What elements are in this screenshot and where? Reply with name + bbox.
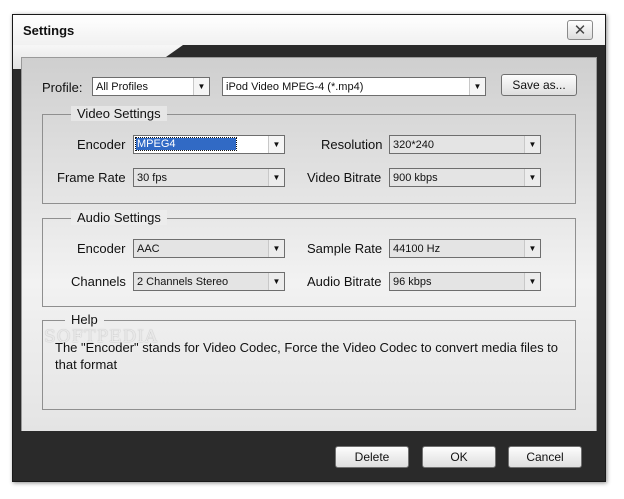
resolution-label: Resolution [321, 137, 383, 152]
chevron-down-icon: ▼ [524, 169, 540, 186]
chevron-down-icon: ▼ [268, 136, 284, 153]
sample-rate-label: Sample Rate [307, 241, 383, 256]
audio-bitrate-select[interactable]: 96 kbps ▼ [389, 272, 541, 291]
video-bitrate-value: 900 kbps [393, 172, 438, 184]
audio-encoder-label: Encoder [77, 241, 126, 256]
profile-category-select[interactable]: All Profiles ▼ [92, 77, 210, 96]
close-button[interactable]: ✕ [567, 20, 593, 40]
chevron-down-icon: ▼ [469, 78, 485, 95]
chevron-down-icon: ▼ [524, 136, 540, 153]
video-bitrate-label: Video Bitrate [307, 170, 382, 185]
sample-rate-value: 44100 Hz [393, 243, 441, 255]
chevron-down-icon: ▼ [524, 273, 540, 290]
window-title: Settings [23, 23, 75, 38]
ok-button[interactable]: OK [422, 446, 496, 468]
save-as-button[interactable]: Save as... [501, 74, 577, 96]
delete-button[interactable]: Delete [335, 446, 409, 468]
close-icon: ✕ [573, 22, 587, 39]
audio-settings-group: Audio Settings Encoder AAC ▼ Sample Rate… [42, 210, 576, 307]
cancel-button[interactable]: Cancel [508, 446, 582, 468]
audio-settings-title: Audio Settings [71, 210, 167, 225]
channels-select[interactable]: 2 Channels Stereo ▼ [133, 272, 285, 291]
resolution-value: 320*240 [393, 139, 434, 151]
chevron-down-icon: ▼ [268, 240, 284, 257]
video-bitrate-select[interactable]: 900 kbps ▼ [389, 168, 541, 187]
settings-window: Settings ✕ Profile: All Profiles ▼ iPod … [12, 14, 606, 482]
frame-rate-select[interactable]: 30 fps ▼ [133, 168, 285, 187]
chevron-down-icon: ▼ [524, 240, 540, 257]
title-bar: Settings ✕ [13, 15, 605, 45]
frame-rate-label: Frame Rate [57, 170, 126, 185]
help-title: Help [65, 312, 104, 327]
video-encoder-value: MPEG4 [135, 137, 237, 151]
sample-rate-select[interactable]: 44100 Hz ▼ [389, 239, 541, 258]
video-encoder-select[interactable]: MPEG4 ▼ [133, 135, 285, 154]
chevron-down-icon: ▼ [268, 169, 284, 186]
dialog-footer: Delete OK Cancel [13, 431, 605, 481]
video-encoder-label: Encoder [77, 137, 126, 152]
channels-value: 2 Channels Stereo [137, 276, 229, 288]
settings-body: Profile: All Profiles ▼ iPod Video MPEG-… [21, 57, 597, 433]
chevron-down-icon: ▼ [268, 273, 284, 290]
profile-label: Profile: [42, 80, 83, 95]
channels-label: Channels [71, 274, 126, 289]
softpedia-watermark: SOFTPEDIA [44, 327, 159, 347]
video-settings-title: Video Settings [71, 106, 167, 121]
profile-format-value: iPod Video MPEG-4 (*.mp4) [226, 81, 364, 93]
audio-bitrate-label: Audio Bitrate [307, 274, 382, 289]
frame-rate-value: 30 fps [137, 172, 167, 184]
chevron-down-icon: ▼ [193, 78, 209, 95]
profile-category-value: All Profiles [96, 81, 148, 93]
audio-encoder-value: AAC [137, 243, 160, 255]
audio-encoder-select[interactable]: AAC ▼ [133, 239, 285, 258]
audio-bitrate-value: 96 kbps [393, 276, 432, 288]
video-settings-group: Video Settings Encoder MPEG4 ▼ Resolutio… [42, 106, 576, 204]
profile-format-select[interactable]: iPod Video MPEG-4 (*.mp4) ▼ [222, 77, 486, 96]
resolution-select[interactable]: 320*240 ▼ [389, 135, 541, 154]
